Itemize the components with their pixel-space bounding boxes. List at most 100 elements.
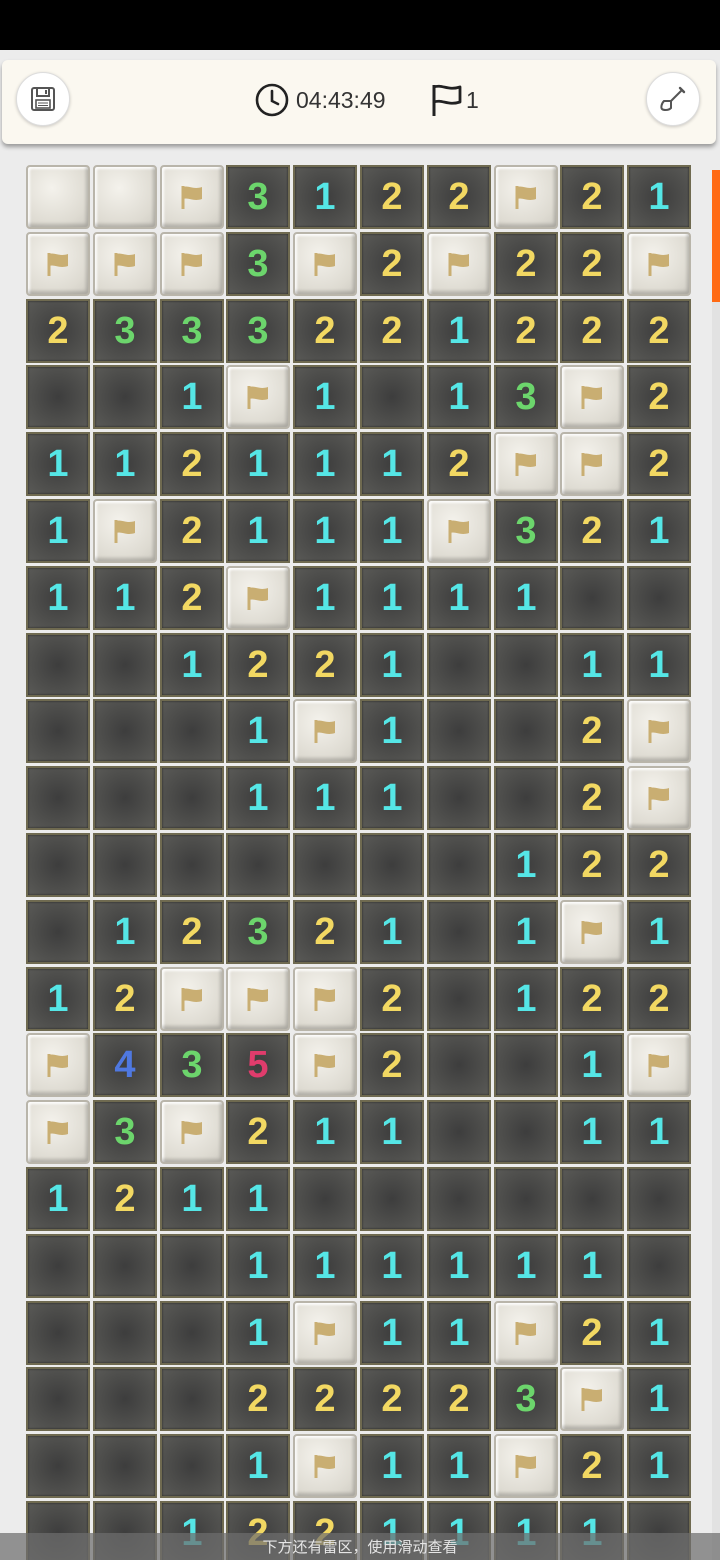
number-cell[interactable]: 1 — [427, 1434, 491, 1498]
number-cell[interactable]: 1 — [494, 566, 558, 630]
number-cell[interactable]: 2 — [360, 232, 424, 296]
number-cell[interactable]: 2 — [560, 967, 624, 1031]
flagged-cell[interactable] — [427, 499, 491, 563]
number-cell[interactable]: 2 — [627, 967, 691, 1031]
number-cell[interactable]: 1 — [360, 1234, 424, 1298]
number-cell[interactable]: 2 — [494, 232, 558, 296]
number-cell[interactable]: 1 — [560, 1234, 624, 1298]
flagged-cell[interactable] — [26, 1033, 90, 1097]
number-cell[interactable]: 2 — [160, 499, 224, 563]
flagged-cell[interactable] — [427, 232, 491, 296]
number-cell[interactable]: 1 — [627, 633, 691, 697]
number-cell[interactable]: 1 — [93, 900, 157, 964]
number-cell[interactable]: 1 — [160, 633, 224, 697]
flagged-cell[interactable] — [160, 1100, 224, 1164]
scrollbar-track[interactable] — [712, 170, 720, 1560]
number-cell[interactable]: 2 — [293, 299, 357, 363]
flagged-cell[interactable] — [560, 365, 624, 429]
number-cell[interactable]: 1 — [360, 566, 424, 630]
dig-mode-button[interactable] — [646, 72, 700, 126]
number-cell[interactable]: 4 — [93, 1033, 157, 1097]
flagged-cell[interactable] — [160, 165, 224, 229]
number-cell[interactable]: 1 — [360, 1301, 424, 1365]
flagged-cell[interactable] — [293, 1033, 357, 1097]
number-cell[interactable]: 2 — [427, 1367, 491, 1431]
number-cell[interactable]: 2 — [360, 1033, 424, 1097]
flagged-cell[interactable] — [93, 232, 157, 296]
number-cell[interactable]: 2 — [627, 833, 691, 897]
flagged-cell[interactable] — [293, 232, 357, 296]
number-cell[interactable]: 1 — [360, 499, 424, 563]
number-cell[interactable]: 3 — [226, 299, 290, 363]
number-cell[interactable]: 1 — [494, 1234, 558, 1298]
number-cell[interactable]: 3 — [160, 1033, 224, 1097]
flagged-cell[interactable] — [226, 967, 290, 1031]
number-cell[interactable]: 1 — [427, 1234, 491, 1298]
covered-cell[interactable] — [93, 165, 157, 229]
number-cell[interactable]: 2 — [560, 232, 624, 296]
flagged-cell[interactable] — [627, 1033, 691, 1097]
number-cell[interactable]: 2 — [627, 365, 691, 429]
number-cell[interactable]: 2 — [360, 967, 424, 1031]
flagged-cell[interactable] — [494, 165, 558, 229]
flagged-cell[interactable] — [160, 967, 224, 1031]
number-cell[interactable]: 2 — [160, 432, 224, 496]
number-cell[interactable]: 2 — [560, 299, 624, 363]
number-cell[interactable]: 1 — [293, 1234, 357, 1298]
number-cell[interactable]: 1 — [293, 365, 357, 429]
number-cell[interactable]: 2 — [160, 900, 224, 964]
number-cell[interactable]: 1 — [427, 566, 491, 630]
number-cell[interactable]: 2 — [293, 1367, 357, 1431]
number-cell[interactable]: 1 — [494, 900, 558, 964]
number-cell[interactable]: 3 — [226, 165, 290, 229]
number-cell[interactable]: 1 — [293, 1100, 357, 1164]
number-cell[interactable]: 1 — [293, 566, 357, 630]
flagged-cell[interactable] — [293, 1434, 357, 1498]
number-cell[interactable]: 3 — [93, 1100, 157, 1164]
number-cell[interactable]: 1 — [93, 432, 157, 496]
number-cell[interactable]: 2 — [560, 499, 624, 563]
number-cell[interactable]: 1 — [26, 432, 90, 496]
number-cell[interactable]: 1 — [293, 766, 357, 830]
number-cell[interactable]: 1 — [160, 365, 224, 429]
number-cell[interactable]: 3 — [226, 232, 290, 296]
flagged-cell[interactable] — [293, 1301, 357, 1365]
flagged-cell[interactable] — [627, 766, 691, 830]
number-cell[interactable]: 5 — [226, 1033, 290, 1097]
number-cell[interactable]: 1 — [627, 1434, 691, 1498]
number-cell[interactable]: 1 — [226, 1434, 290, 1498]
number-cell[interactable]: 1 — [293, 165, 357, 229]
number-cell[interactable]: 1 — [627, 900, 691, 964]
number-cell[interactable]: 1 — [226, 432, 290, 496]
number-cell[interactable]: 2 — [427, 432, 491, 496]
number-cell[interactable]: 1 — [26, 967, 90, 1031]
number-cell[interactable]: 1 — [360, 900, 424, 964]
flagged-cell[interactable] — [494, 1434, 558, 1498]
number-cell[interactable]: 2 — [560, 1434, 624, 1498]
flagged-cell[interactable] — [93, 499, 157, 563]
number-cell[interactable]: 1 — [427, 365, 491, 429]
number-cell[interactable]: 1 — [627, 1367, 691, 1431]
number-cell[interactable]: 2 — [293, 900, 357, 964]
number-cell[interactable]: 3 — [160, 299, 224, 363]
flagged-cell[interactable] — [494, 1301, 558, 1365]
number-cell[interactable]: 2 — [627, 299, 691, 363]
number-cell[interactable]: 1 — [160, 1167, 224, 1231]
number-cell[interactable]: 1 — [560, 633, 624, 697]
number-cell[interactable]: 2 — [360, 165, 424, 229]
number-cell[interactable]: 1 — [360, 432, 424, 496]
number-cell[interactable]: 1 — [360, 633, 424, 697]
covered-cell[interactable] — [26, 165, 90, 229]
number-cell[interactable]: 2 — [627, 432, 691, 496]
number-cell[interactable]: 3 — [226, 900, 290, 964]
number-cell[interactable]: 1 — [226, 499, 290, 563]
flagged-cell[interactable] — [293, 699, 357, 763]
number-cell[interactable]: 1 — [627, 165, 691, 229]
number-cell[interactable]: 1 — [494, 833, 558, 897]
number-cell[interactable]: 1 — [360, 1100, 424, 1164]
number-cell[interactable]: 2 — [560, 1301, 624, 1365]
flagged-cell[interactable] — [160, 232, 224, 296]
number-cell[interactable]: 1 — [494, 967, 558, 1031]
number-cell[interactable]: 1 — [627, 1100, 691, 1164]
number-cell[interactable]: 2 — [93, 1167, 157, 1231]
